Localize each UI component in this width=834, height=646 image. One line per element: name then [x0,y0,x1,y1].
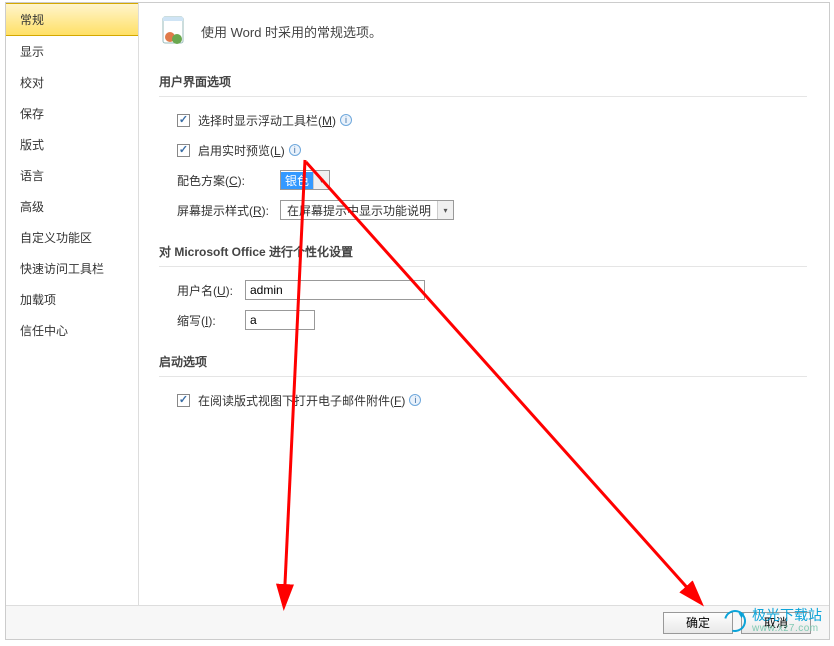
sidebar-item-general[interactable]: 常规 [6,3,138,36]
sidebar-item-save[interactable]: 保存 [6,98,138,129]
label-initials: 缩写(I): [177,312,237,329]
watermark: 极光下载站 www.xz7.com [724,608,822,634]
checkbox-live-preview[interactable] [177,144,190,157]
section-title-startup: 启动选项 [159,349,807,377]
watermark-logo-icon [720,606,750,636]
help-icon[interactable]: i [289,144,301,156]
row-initials: 缩写(I): [177,309,807,331]
row-screentip-style: 屏幕提示样式(R): 在屏幕提示中显示功能说明 ▾ [177,199,807,221]
ok-button[interactable]: 确定 [663,612,733,634]
sidebar-item-advanced[interactable]: 高级 [6,191,138,222]
dialog-footer: 确定 取消 [6,605,829,639]
sidebar-item-label: 信任中心 [20,324,68,338]
sidebar-item-label: 快速访问工具栏 [20,262,104,276]
sidebar-item-label: 语言 [20,169,44,183]
sidebar-item-layout[interactable]: 版式 [6,129,138,160]
label-color-scheme: 配色方案(C): [177,172,272,189]
sidebar-item-label: 加载项 [20,293,56,307]
label-username: 用户名(U): [177,282,237,299]
select-color-scheme-value: 银色 [281,172,313,189]
input-initials[interactable] [245,310,315,330]
dialog-body: 常规 显示 校对 保存 版式 语言 高级 自定义功能区 快速访问工具栏 加载项 … [6,3,829,605]
select-color-scheme[interactable]: 银色 ▾ [280,170,330,190]
help-icon[interactable]: i [409,394,421,406]
checkbox-mini-toolbar[interactable] [177,114,190,127]
label-mini-toolbar: 选择时显示浮动工具栏(M) [198,112,336,129]
label-live-preview: 启用实时预览(L) [198,142,285,159]
watermark-url: www.xz7.com [752,623,822,634]
row-mini-toolbar: 选择时显示浮动工具栏(M) i [177,109,807,131]
section-ui-options: 选择时显示浮动工具栏(M) i 启用实时预览(L) i 配色方案(C): [159,109,807,221]
section-title-personalize: 对 Microsoft Office 进行个性化设置 [159,239,807,267]
sidebar-item-quick-access[interactable]: 快速访问工具栏 [6,253,138,284]
section-personalize: 用户名(U): 缩写(I): [159,279,807,331]
row-open-email-attachments: 在阅读版式视图下打开电子邮件附件(F) i [177,389,807,411]
sidebar-item-label: 高级 [20,200,44,214]
label-open-email-attachments: 在阅读版式视图下打开电子邮件附件(F) [198,392,405,409]
page-header: 使用 Word 时采用的常规选项。 [159,15,807,47]
watermark-text: 极光下载站 www.xz7.com [752,608,822,634]
options-dialog: 常规 显示 校对 保存 版式 语言 高级 自定义功能区 快速访问工具栏 加载项 … [5,2,830,640]
general-options-icon [159,15,191,47]
sidebar-item-label: 保存 [20,107,44,121]
sidebar-item-label: 校对 [20,76,44,90]
input-username[interactable] [245,280,425,300]
chevron-down-icon: ▾ [437,201,453,219]
sidebar-item-proofing[interactable]: 校对 [6,67,138,98]
sidebar: 常规 显示 校对 保存 版式 语言 高级 自定义功能区 快速访问工具栏 加载项 … [6,3,139,605]
sidebar-item-display[interactable]: 显示 [6,36,138,67]
sidebar-item-customize-ribbon[interactable]: 自定义功能区 [6,222,138,253]
label-screentip-style: 屏幕提示样式(R): [177,202,272,219]
sidebar-item-label: 版式 [20,138,44,152]
section-startup: 在阅读版式视图下打开电子邮件附件(F) i [159,389,807,411]
page-header-text: 使用 Word 时采用的常规选项。 [201,22,382,41]
sidebar-item-label: 自定义功能区 [20,231,92,245]
select-screentip-style[interactable]: 在屏幕提示中显示功能说明 ▾ [280,200,454,220]
chevron-down-icon: ▾ [313,171,329,189]
checkbox-open-email-attachments[interactable] [177,394,190,407]
sidebar-item-label: 常规 [20,13,44,27]
select-screentip-value: 在屏幕提示中显示功能说明 [281,202,437,219]
watermark-title: 极光下载站 [752,608,822,623]
sidebar-item-trust-center[interactable]: 信任中心 [6,315,138,346]
section-title-ui-options: 用户界面选项 [159,69,807,97]
row-color-scheme: 配色方案(C): 银色 ▾ [177,169,807,191]
sidebar-item-addins[interactable]: 加载项 [6,284,138,315]
row-live-preview: 启用实时预览(L) i [177,139,807,161]
row-username: 用户名(U): [177,279,807,301]
help-icon[interactable]: i [340,114,352,126]
sidebar-item-label: 显示 [20,45,44,59]
sidebar-item-language[interactable]: 语言 [6,160,138,191]
content-pane: 使用 Word 时采用的常规选项。 用户界面选项 选择时显示浮动工具栏(M) i… [139,3,829,605]
